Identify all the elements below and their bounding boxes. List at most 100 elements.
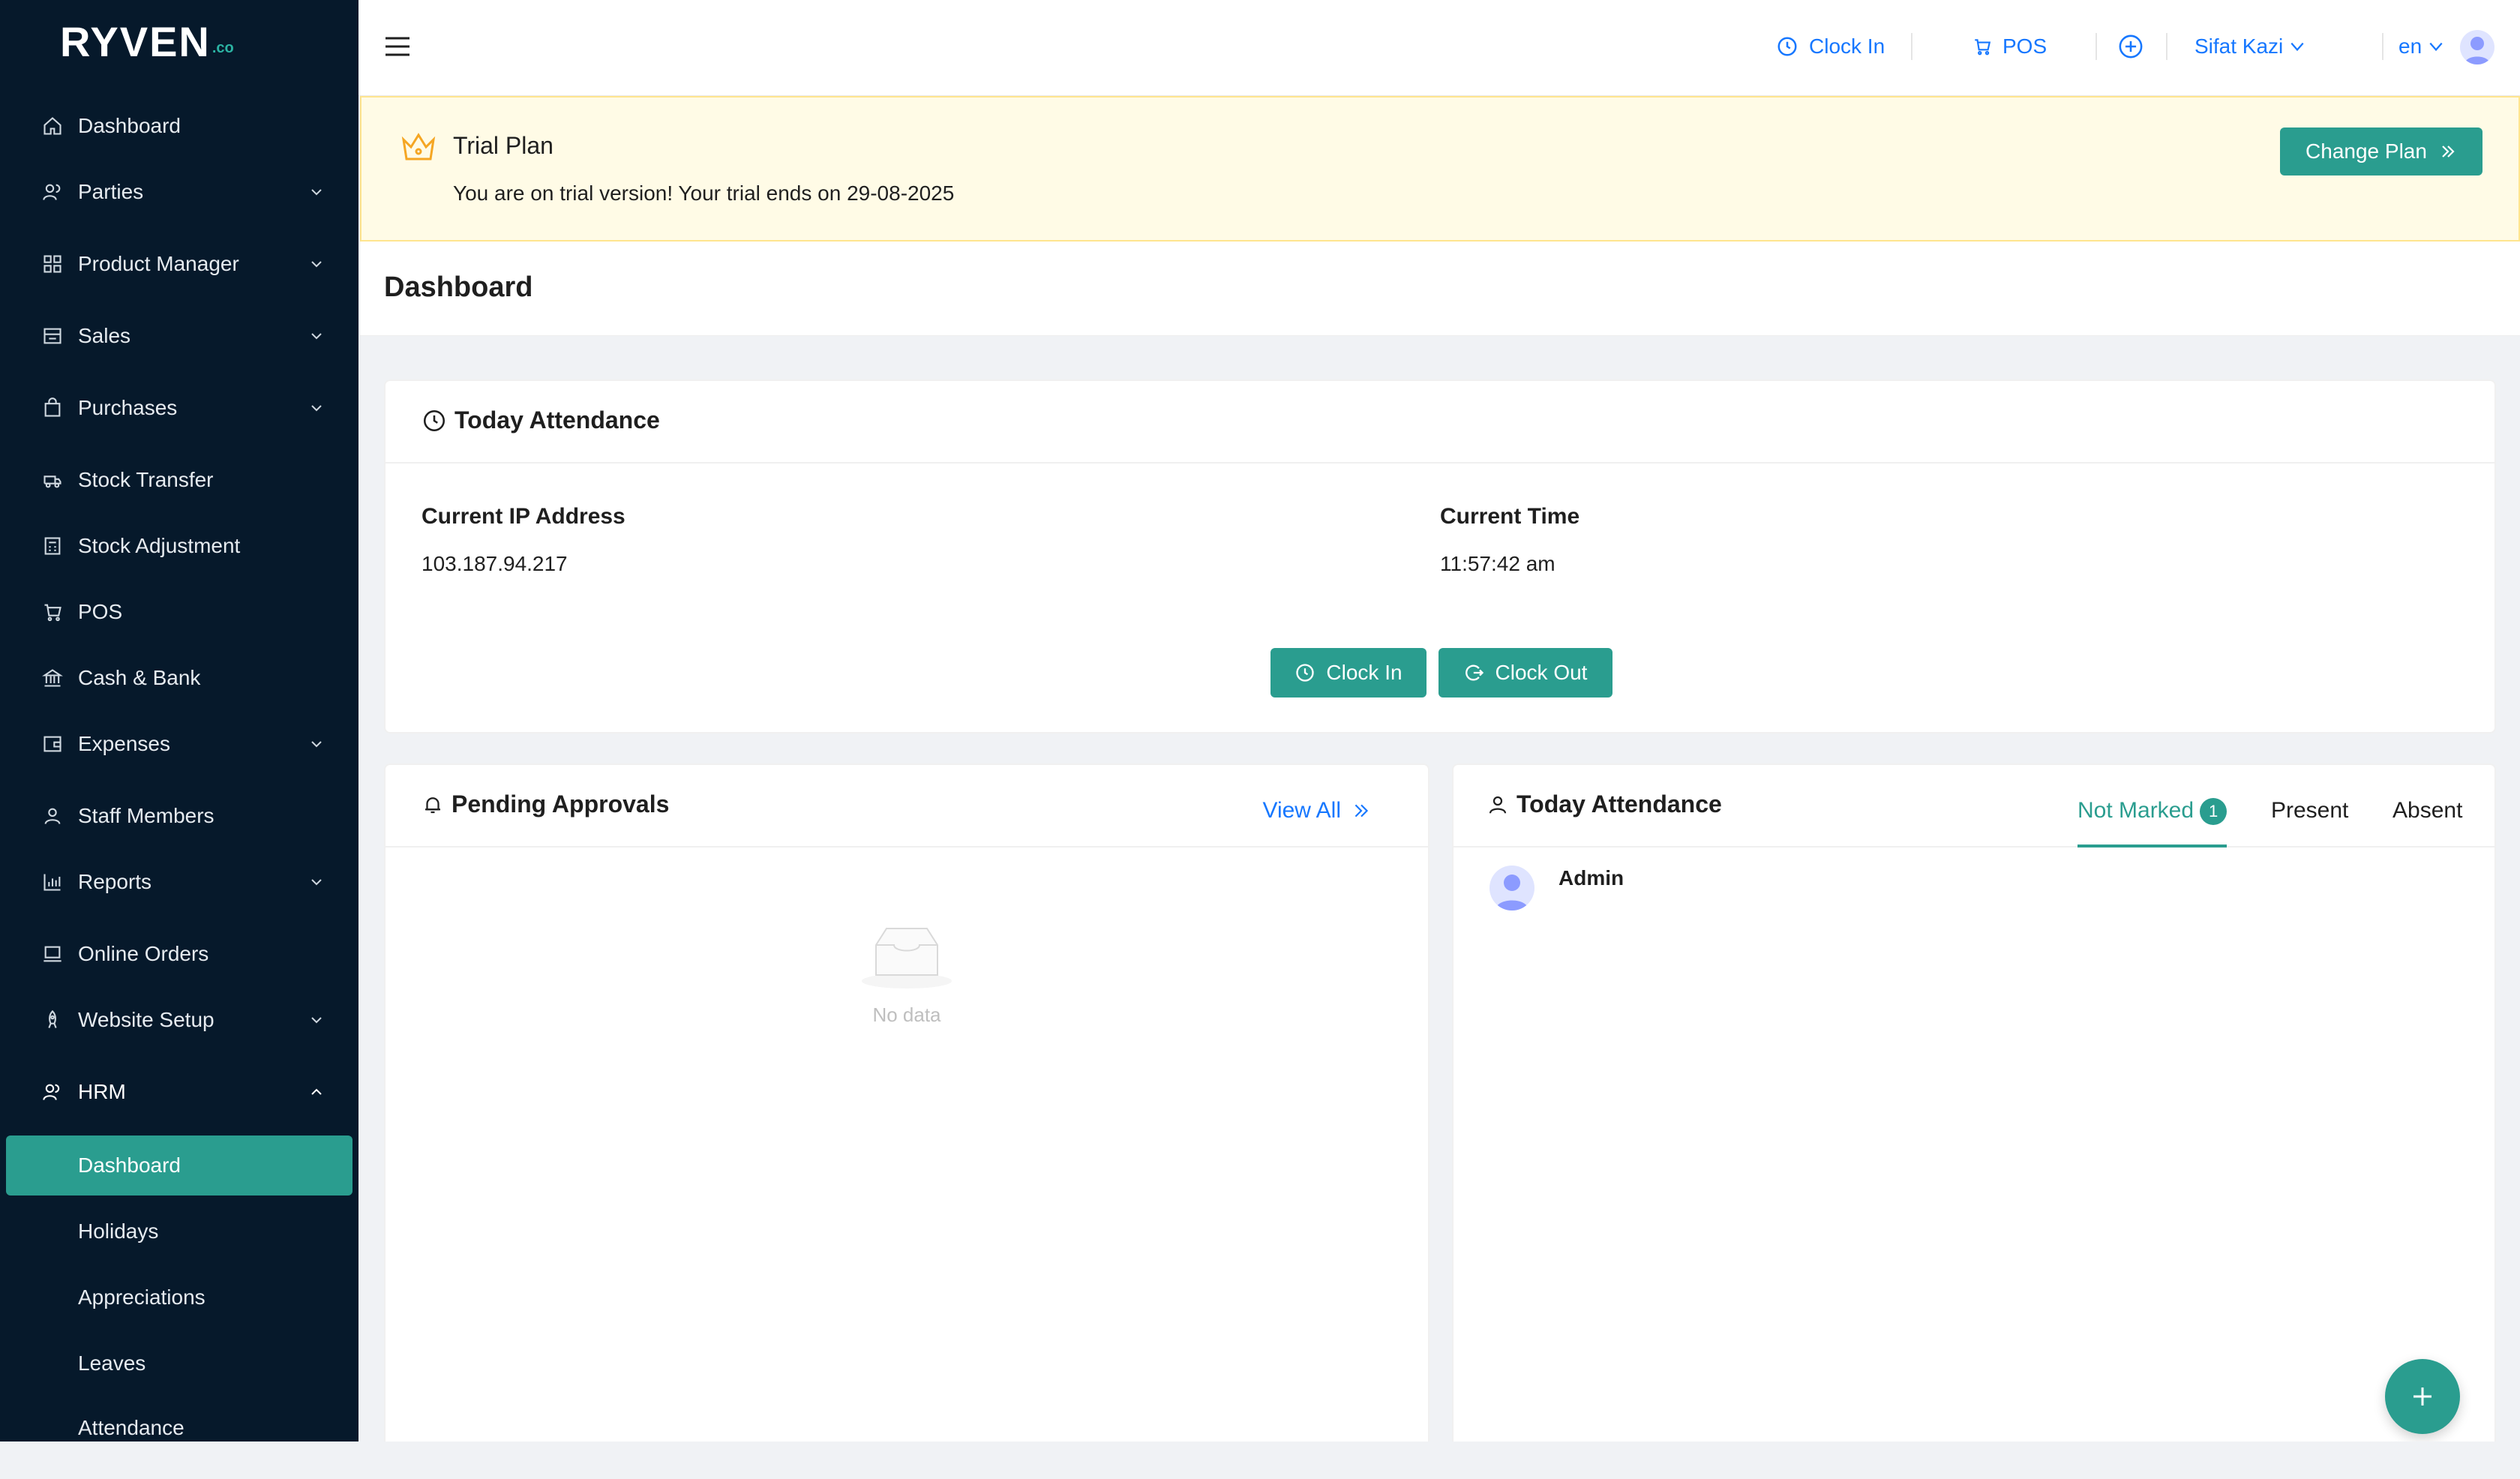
clock-icon [423,410,446,431]
sidebar-item-purchases[interactable]: Purchases [0,376,358,440]
double-chevron-right-icon [1354,804,1369,818]
calculator-icon [40,534,64,558]
topbar-clock-in-label: Clock In [1809,34,1886,58]
divider [2166,33,2168,60]
count-badge: 1 [2200,798,2228,826]
chevron-down-icon [308,327,326,345]
sidebar-item-staff-members[interactable]: Staff Members [0,784,358,848]
cart-icon [1975,39,1991,56]
sidebar-item-pos[interactable]: POS [0,580,358,644]
sidebar-item-sales[interactable]: Sales [0,304,358,368]
change-plan-label: Change Plan [2306,140,2427,163]
chevron-down-icon [2290,42,2304,52]
sidebar-subitem-holidays[interactable]: Holidays [0,1200,358,1263]
sidebar-item-label: Parties [78,180,144,203]
sidebar-item-label: Reports [78,870,152,893]
chevron-down-icon [308,1011,326,1029]
crown-icon [400,130,436,164]
sidebar-item-hrm[interactable]: HRM [0,1060,358,1124]
sidebar: RYVEN .co Dashboard Parties Product Mana… [0,0,358,1442]
language-dropdown[interactable]: en [2398,32,2444,62]
user-icon [1489,796,1507,814]
avatar [1490,866,1534,910]
sidebar-item-parties[interactable]: Parties [0,160,358,224]
sidebar-item-product-manager[interactable]: Product Manager [0,232,358,296]
cart-icon [40,600,64,624]
sidebar-subitem-hrm-dashboard[interactable]: Dashboard [6,1136,352,1196]
sidebar-item-online-orders[interactable]: Online Orders [0,922,358,986]
view-all-label: View All [1262,798,1341,823]
view-all-link[interactable]: View All [1262,798,1371,824]
active-tab-indicator [2078,844,2228,848]
list-item[interactable]: Admin [1490,866,1624,910]
sidebar-item-label: Sales [78,324,131,347]
person-avatar-icon [2464,37,2490,64]
bar-chart-icon [40,870,64,894]
ip-value: 103.187.94.217 [422,552,568,575]
sidebar-subitem-appreciations[interactable]: Appreciations [0,1266,358,1329]
sidebar-item-label: Staff Members [78,804,214,827]
floating-add-button[interactable] [2385,1359,2460,1434]
sidebar-item-stock-transfer[interactable]: Stock Transfer [0,448,358,512]
employee-name: Admin [1558,866,1624,890]
sidebar-item-label: Expenses [78,732,170,755]
sidebar-item-dashboard[interactable]: Dashboard [0,94,358,158]
tab-present[interactable]: Present [2271,798,2348,848]
sidebar-item-label: Website Setup [78,1008,214,1031]
add-new-button[interactable] [2118,32,2154,62]
laptop-icon [40,942,64,966]
topbar-clock-in-button[interactable]: Clock In [1776,32,1885,62]
bank-icon [40,666,64,690]
time-label: Current Time [1440,504,1580,529]
card-header: Today Attendance Not Marked 1 Present Abs… [1454,765,2494,848]
menu-toggle-icon[interactable] [384,33,411,60]
page-title: Dashboard [384,272,533,303]
clock-in-button[interactable]: Clock In [1270,648,1426,698]
sidebar-item-stock-adjustment[interactable]: Stock Adjustment [0,514,358,578]
empty-inbox-icon [862,928,952,988]
sidebar-item-cash-bank[interactable]: Cash & Bank [0,646,358,710]
tab-label: Present [2271,798,2349,823]
sidebar-item-expenses[interactable]: Expenses [0,712,358,776]
clock-icon [1296,664,1315,682]
sidebar-item-label: Appreciations [78,1286,206,1309]
sidebar-item-label: Stock Adjustment [78,534,241,557]
app-logo[interactable]: RYVEN .co [0,0,358,82]
tab-absent[interactable]: Absent [2392,798,2462,848]
grid-icon [40,252,64,276]
tab-label: Not Marked [2078,798,2194,823]
user-name: Sifat Kazi [2194,34,2284,58]
chevron-up-icon [308,1083,326,1101]
topbar-pos-button[interactable]: POS [1972,32,2047,62]
sidebar-subitem-attendance[interactable]: Attendance [0,1396,358,1442]
logout-icon [1465,664,1484,681]
clock-in-label: Clock In [1326,661,1402,684]
pending-approvals-card: Pending Approvals View All No data [384,764,1430,1448]
sidebar-subitem-leaves[interactable]: Leaves [0,1332,358,1395]
tab-label: Absent [2392,798,2463,823]
logo-text: RYVEN [60,17,211,65]
sidebar-item-reports[interactable]: Reports [0,850,358,914]
user-avatar[interactable] [2460,30,2494,64]
double-chevron-right-icon [2442,146,2455,158]
divider [2382,33,2384,60]
card-title-text: Today Attendance [454,406,660,434]
card-title: Today Attendance [422,406,660,434]
plus-circle-icon [2119,34,2143,58]
tab-not-marked[interactable]: Not Marked 1 [2078,798,2228,848]
empty-state: No data [386,922,1428,1027]
today-attendance-card: Today Attendance Not Marked 1 Present Abs… [1452,764,2496,1448]
sidebar-item-label: Dashboard [78,1154,181,1177]
rocket-icon [40,1008,64,1032]
home-icon [40,114,64,138]
sidebar-item-website-setup[interactable]: Website Setup [0,988,358,1052]
card-title: Today Attendance [1486,790,1722,818]
user-menu-dropdown[interactable]: Sifat Kazi [2194,32,2306,62]
sidebar-item-label: POS [78,600,123,623]
person-avatar-icon [1496,874,1528,910]
clock-out-button[interactable]: Clock Out [1438,648,1612,698]
change-plan-button[interactable]: Change Plan [2280,128,2482,176]
sidebar-item-label: Product Manager [78,252,239,275]
clock-out-label: Clock Out [1495,661,1588,684]
chevron-down-icon [308,255,326,273]
